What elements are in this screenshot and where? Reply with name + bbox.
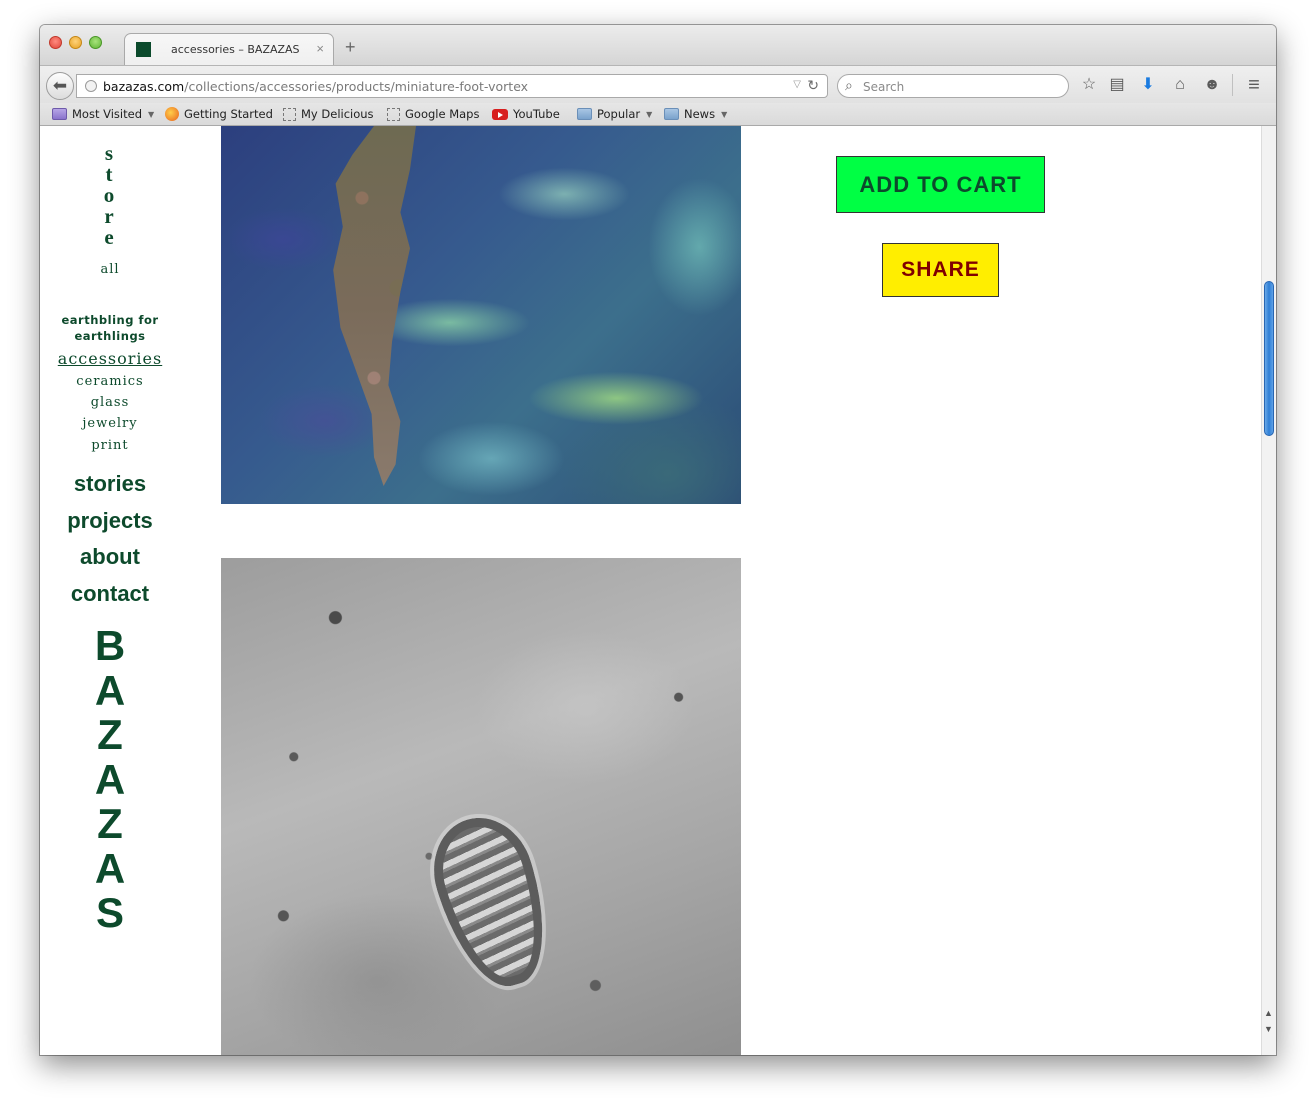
add-to-cart-button[interactable]: ADD TO CART <box>836 156 1045 213</box>
bookmark-popular[interactable]: Popular ▼ <box>577 106 652 122</box>
folder-icon <box>577 108 592 120</box>
downloads-icon[interactable]: ⬇ <box>1137 74 1159 96</box>
brand-letter: Z <box>97 711 123 758</box>
scroll-up-icon[interactable]: ▲ <box>1264 1008 1273 1018</box>
scrollbar-thumb[interactable] <box>1264 281 1274 436</box>
search-input[interactable]: ⌕ Search <box>837 74 1069 98</box>
bookmark-my-delicious[interactable]: My Delicious <box>283 106 374 122</box>
chevron-down-icon: ▼ <box>721 109 728 119</box>
sidebar-item-earthbling[interactable]: earthbling for earthlings <box>60 312 160 344</box>
nav-contact[interactable]: contact <box>40 581 180 607</box>
sidebar-item-glass[interactable]: glass <box>40 395 180 410</box>
brand-letter: Z <box>97 800 123 847</box>
tab-close-icon[interactable]: × <box>316 41 324 56</box>
bookmark-label: Popular <box>597 107 641 121</box>
new-tab-button[interactable]: + <box>345 38 356 56</box>
youtube-icon <box>492 108 508 120</box>
url-path: /collections/accessories/products/miniat… <box>184 79 529 94</box>
browser-window: accessories – BAZAZAS × + ⬅ bazazas.com/… <box>40 25 1276 1055</box>
bookmark-label: Google Maps <box>405 107 480 121</box>
tab-title: accessories – BAZAZAS <box>171 43 300 56</box>
brand-letter: A <box>94 845 126 892</box>
store-letter: o <box>103 183 115 207</box>
brand-letter: A <box>94 756 126 803</box>
chevron-down-icon: ▼ <box>646 109 653 119</box>
store-letter: t <box>105 162 113 186</box>
bookmark-most-visited[interactable]: Most Visited ▼ <box>52 106 154 122</box>
reload-icon[interactable]: ↻ <box>807 77 819 94</box>
brand-letter: S <box>95 889 124 936</box>
navigation-toolbar: ⬅ bazazas.com/collections/accessories/pr… <box>40 65 1276 104</box>
window-minimize-button[interactable] <box>69 36 82 49</box>
window-zoom-button[interactable] <box>89 36 102 49</box>
nav-stories[interactable]: stories <box>40 471 180 497</box>
menu-icon[interactable]: ≡ <box>1243 74 1265 96</box>
page-icon <box>283 107 296 121</box>
product-image-moon-footprint[interactable] <box>221 558 741 1055</box>
history-dropdown-icon[interactable]: ▽ <box>793 79 801 90</box>
nav-projects[interactable]: projects <box>40 508 180 534</box>
bookmark-label: Most Visited <box>72 107 142 121</box>
bookmark-star-icon[interactable]: ☆ <box>1078 74 1100 96</box>
url-text[interactable]: bazazas.com/collections/accessories/prod… <box>103 79 528 94</box>
bookmark-label: YouTube <box>513 107 560 121</box>
tab-bar: accessories – BAZAZAS × + <box>40 25 1276 67</box>
sidebar-item-all[interactable]: all <box>40 262 180 277</box>
product-image-plankton-bloom[interactable] <box>221 126 741 504</box>
chevron-down-icon: ▼ <box>148 109 155 119</box>
url-host: bazazas.com <box>103 79 185 94</box>
tab-active[interactable]: accessories – BAZAZAS × <box>124 33 334 67</box>
url-bar[interactable]: bazazas.com/collections/accessories/prod… <box>76 74 828 98</box>
search-icon: ⌕ <box>845 77 853 93</box>
share-button[interactable]: SHARE <box>882 243 999 297</box>
bookmark-label: My Delicious <box>301 107 374 121</box>
bookmark-youtube[interactable]: YouTube <box>492 106 560 122</box>
smart-folder-icon <box>52 108 67 120</box>
sidebar-item-ceramics[interactable]: ceramics <box>40 374 180 389</box>
page-content: s t o r e all earthbling for earthlings … <box>40 126 1261 1055</box>
sidebar-item-print[interactable]: print <box>40 438 180 453</box>
sidebar-item-accessories[interactable]: accessories <box>40 349 180 368</box>
folder-icon <box>664 108 679 120</box>
nav-about[interactable]: about <box>40 544 180 570</box>
bookmark-google-maps[interactable]: Google Maps <box>387 106 479 122</box>
bootprint-shape <box>419 805 565 999</box>
back-button[interactable]: ⬅ <box>46 72 74 100</box>
scroll-down-icon[interactable]: ▼ <box>1264 1024 1273 1034</box>
firefox-icon <box>165 107 179 121</box>
brand-letter: A <box>94 667 126 714</box>
store-heading[interactable]: s t o r e <box>97 143 121 248</box>
search-placeholder: Search <box>863 80 905 94</box>
bookmarks-toolbar: Most Visited ▼ Getting Started My Delici… <box>40 103 1276 126</box>
toolbar-separator <box>1232 74 1233 96</box>
sidebar-item-jewelry[interactable]: jewelry <box>40 416 180 431</box>
vertical-scrollbar[interactable]: ▲ ▼ <box>1261 126 1276 1055</box>
store-letter: e <box>104 225 114 249</box>
store-letter: s <box>104 141 114 165</box>
brand-letter: B <box>94 622 126 669</box>
bookmark-label: News <box>684 107 716 121</box>
bookmark-news[interactable]: News ▼ <box>664 106 727 122</box>
site-favicon-icon <box>136 42 151 57</box>
store-letter: r <box>104 204 114 228</box>
island-shape <box>333 126 416 486</box>
bookmark-label: Getting Started <box>184 107 273 121</box>
window-close-button[interactable] <box>49 36 62 49</box>
home-icon[interactable]: ⌂ <box>1169 74 1191 96</box>
reading-list-icon[interactable]: ▤ <box>1106 74 1128 96</box>
bookmark-getting-started[interactable]: Getting Started <box>165 106 273 122</box>
page-icon <box>387 107 400 121</box>
chat-icon[interactable]: ☻ <box>1201 74 1223 96</box>
globe-icon <box>85 80 97 92</box>
